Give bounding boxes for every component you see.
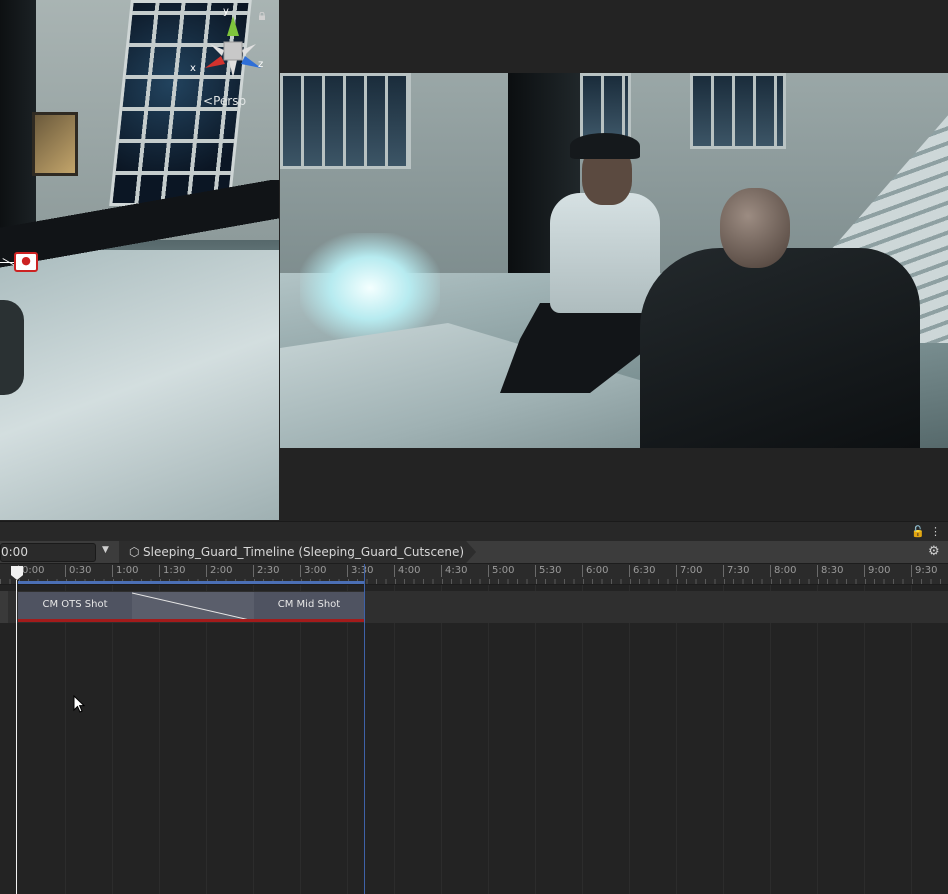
- timeline-title-strip: 🔓 ⋮: [0, 522, 948, 541]
- agent-head: [720, 188, 790, 268]
- grid-line: [65, 585, 66, 894]
- playhead-line: [16, 580, 17, 894]
- timeline-end-marker: [364, 564, 365, 894]
- axis-label-y: y: [223, 6, 229, 17]
- timeline-clip-ots-shot[interactable]: CM OTS Shot: [18, 592, 132, 622]
- game-agent-character: [640, 188, 920, 448]
- timeline-clip-blend[interactable]: [132, 592, 254, 622]
- ruler-tick-label: 1:00: [112, 565, 138, 577]
- timeline-asset-cube-icon: ⬡: [129, 545, 140, 559]
- grid-line: [817, 585, 818, 894]
- game-window: [280, 73, 411, 169]
- guard-cap: [570, 133, 640, 159]
- timeline-tracks-area[interactable]: CM OTS Shot CM Mid Shot: [0, 585, 948, 894]
- mouse-cursor-icon: [73, 695, 85, 713]
- scene-painting: [32, 112, 78, 176]
- ruler-tick-label: 0:30: [65, 565, 91, 577]
- grid-line: [864, 585, 865, 894]
- game-view[interactable]: [280, 0, 948, 520]
- grid-line: [159, 585, 160, 894]
- timeline-more-icon[interactable]: ⋮: [930, 525, 941, 538]
- ruler-tick-label: 7:30: [723, 565, 749, 577]
- grid-line: [911, 585, 912, 894]
- breadcrumb-label: Sleeping_Guard_Timeline (Sleeping_Guard_…: [143, 545, 465, 559]
- scene-view[interactable]: ● y x z <Persp: [0, 0, 279, 520]
- projection-toggle[interactable]: <Persp: [203, 94, 246, 108]
- grid-line: [253, 585, 254, 894]
- ruler-tick-label: 5:00: [488, 565, 514, 577]
- agent-body: [640, 248, 920, 448]
- projection-label: Persp: [213, 94, 247, 108]
- timeline-breadcrumb[interactable]: ⬡ Sleeping_Guard_Timeline (Sleeping_Guard…: [119, 541, 476, 563]
- ruler-tick-label: 6:00: [582, 565, 608, 577]
- ruler-tick-label: 9:30: [911, 565, 937, 577]
- timeline-settings-gear-icon[interactable]: ⚙: [928, 544, 940, 559]
- game-render: [280, 73, 948, 448]
- grid-line: [629, 585, 630, 894]
- timeline-clip-mid-shot[interactable]: CM Mid Shot: [254, 592, 364, 622]
- scene-floor: [0, 250, 279, 520]
- ruler-tick-label: 5:30: [535, 565, 561, 577]
- ruler-tick-label: 7:00: [676, 565, 702, 577]
- scene-baseboard: [0, 180, 279, 290]
- ruler-tick-label: 8:30: [817, 565, 843, 577]
- timeline-lock-icon[interactable]: 🔓: [911, 525, 925, 538]
- grid-line: [206, 585, 207, 894]
- play-range-bar: [18, 581, 364, 584]
- ruler-tick-label: 3:30: [347, 565, 373, 577]
- time-format-dropdown-icon[interactable]: ▼: [102, 545, 109, 555]
- timeline-window[interactable]: 🔓 ⋮ 0:00 ▼ ⬡ Sleeping_Guard_Timeline (Sle…: [0, 521, 948, 894]
- grid-line: [770, 585, 771, 894]
- grid-line: [488, 585, 489, 894]
- track-header-stub: [0, 591, 8, 623]
- ruler-tick-label: 2:30: [253, 565, 279, 577]
- axis-label-x: x: [190, 63, 196, 74]
- ruler-tick-label: 6:30: [629, 565, 655, 577]
- grid-line: [394, 585, 395, 894]
- ruler-tick-label: 9:00: [864, 565, 890, 577]
- ruler-tick-label: 4:30: [441, 565, 467, 577]
- grid-line: [582, 585, 583, 894]
- blend-curve-icon: [132, 592, 254, 622]
- game-monitor-glow: [300, 233, 440, 343]
- timeline-toolbar: 0:00 ▼ ⬡ Sleeping_Guard_Timeline (Sleepin…: [0, 541, 948, 564]
- orientation-gizmo-icon: [205, 16, 261, 78]
- grid-line: [347, 585, 348, 894]
- axis-label-z: z: [258, 59, 264, 70]
- ruler-tick-label: 3:00: [300, 565, 326, 577]
- camera-gizmo-icon[interactable]: ●: [14, 252, 38, 272]
- grid-line: [723, 585, 724, 894]
- scene-chair: [0, 300, 24, 395]
- ruler-tick-label: 2:00: [206, 565, 232, 577]
- current-time-field[interactable]: 0:00: [0, 543, 96, 562]
- ruler-tick-label: 4:00: [394, 565, 420, 577]
- grid-line: [676, 585, 677, 894]
- grid-line: [535, 585, 536, 894]
- game-window: [580, 73, 631, 139]
- grid-line: [441, 585, 442, 894]
- grid-line: [300, 585, 301, 894]
- time-ruler[interactable]: 0:00 0:30 1:00 1:30 2:00 2:30 3:00 3:30 …: [0, 564, 948, 585]
- ruler-tick-label: 1:30: [159, 565, 185, 577]
- orientation-gizmo[interactable]: y x z: [190, 6, 270, 84]
- clip-label: CM OTS Shot: [42, 599, 108, 610]
- grid-line: [112, 585, 113, 894]
- clip-label: CM Mid Shot: [277, 599, 341, 610]
- ruler-tick-label: 8:00: [770, 565, 796, 577]
